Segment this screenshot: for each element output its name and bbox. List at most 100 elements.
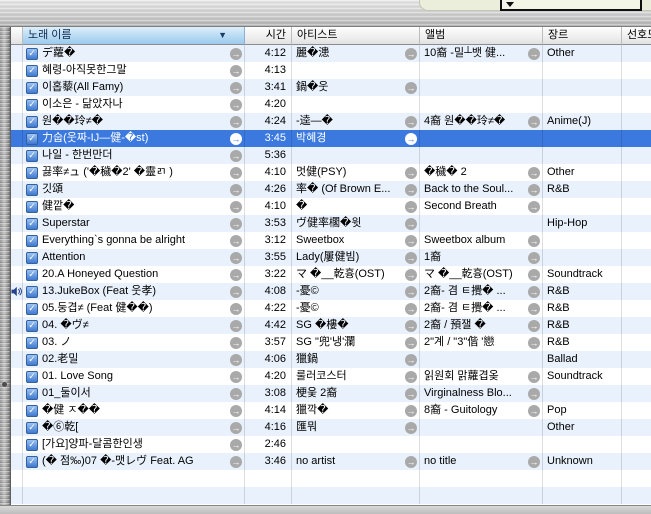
- goto-arrow-button[interactable]: [230, 201, 242, 213]
- checkbox-checked-icon[interactable]: [26, 320, 38, 332]
- table-row[interactable]: [가요]양파-달콤한인생2:46: [11, 436, 651, 453]
- goto-arrow-button[interactable]: [230, 422, 242, 434]
- goto-arrow-button[interactable]: [405, 388, 417, 400]
- goto-arrow-button[interactable]: [528, 167, 540, 179]
- goto-arrow-button[interactable]: [528, 337, 540, 349]
- goto-arrow-button[interactable]: [230, 337, 242, 349]
- goto-arrow-button[interactable]: [528, 116, 540, 128]
- goto-arrow-button[interactable]: [230, 65, 242, 77]
- checkbox-checked-icon[interactable]: [26, 150, 38, 162]
- goto-arrow-button[interactable]: [528, 48, 540, 60]
- goto-arrow-button[interactable]: [405, 303, 417, 315]
- checkbox-checked-icon[interactable]: [26, 252, 38, 264]
- goto-arrow-button[interactable]: [405, 133, 417, 145]
- checkbox-checked-icon[interactable]: [26, 201, 38, 213]
- goto-arrow-button[interactable]: [528, 235, 540, 247]
- goto-arrow-button[interactable]: [528, 320, 540, 332]
- goto-arrow-button[interactable]: [230, 150, 242, 162]
- table-row[interactable]: 02.老밀4:06獵鍋Ballad: [11, 351, 651, 368]
- checkbox-checked-icon[interactable]: [26, 405, 38, 417]
- checkbox-checked-icon[interactable]: [26, 48, 38, 60]
- goto-arrow-button[interactable]: [528, 371, 540, 383]
- goto-arrow-button[interactable]: [528, 303, 540, 315]
- column-header-album[interactable]: 앨범: [420, 27, 543, 45]
- goto-arrow-button[interactable]: [230, 303, 242, 315]
- checkbox-checked-icon[interactable]: [26, 99, 38, 111]
- goto-arrow-button[interactable]: [230, 133, 242, 145]
- table-row[interactable]: 이소은 - 닮았자나4:20: [11, 96, 651, 113]
- table-row[interactable]: 20.A Honeyed Question3:22マ �__乾흉(OST)マ �…: [11, 266, 651, 283]
- goto-arrow-button[interactable]: [528, 201, 540, 213]
- goto-arrow-button[interactable]: [230, 286, 242, 298]
- goto-arrow-button[interactable]: [230, 354, 242, 366]
- goto-arrow-button[interactable]: [528, 184, 540, 196]
- goto-arrow-button[interactable]: [230, 439, 242, 451]
- goto-arrow-button[interactable]: [405, 167, 417, 179]
- table-row[interactable]: (� 점‰)07 �-맷レヴ Feat. AG3:46no artistno t…: [11, 453, 651, 470]
- table-row[interactable]: 원��玲≠�4:24-逵—�4裔 원��玲≠�Anime(J): [11, 113, 651, 130]
- goto-arrow-button[interactable]: [405, 337, 417, 349]
- table-row[interactable]: �⑥乾[4:16匯뭐Other: [11, 419, 651, 436]
- table-row[interactable]: 혜령-아직못한그말4:13: [11, 62, 651, 79]
- goto-arrow-button[interactable]: [528, 405, 540, 417]
- table-row[interactable]: 깃頌4:26率� (Of Brown E...Back to the Soul.…: [11, 181, 651, 198]
- checkbox-checked-icon[interactable]: [26, 218, 38, 230]
- goto-arrow-button[interactable]: [528, 269, 540, 281]
- goto-arrow-button[interactable]: [230, 167, 242, 179]
- column-header-indicator[interactable]: [11, 27, 23, 45]
- goto-arrow-button[interactable]: [405, 48, 417, 60]
- table-row[interactable]: 13.JukeBox (Feat 웃孝)4:08-憂©2裔- 겸 ㅌ攪� ...…: [11, 283, 651, 300]
- goto-arrow-button[interactable]: [528, 252, 540, 264]
- goto-arrow-button[interactable]: [405, 320, 417, 332]
- goto-arrow-button[interactable]: [405, 286, 417, 298]
- goto-arrow-button[interactable]: [405, 252, 417, 264]
- goto-arrow-button[interactable]: [230, 269, 242, 281]
- goto-arrow-button[interactable]: [528, 388, 540, 400]
- column-header-genre[interactable]: 장르: [543, 27, 622, 45]
- checkbox-checked-icon[interactable]: [26, 184, 38, 196]
- goto-arrow-button[interactable]: [405, 218, 417, 230]
- goto-arrow-button[interactable]: [405, 82, 417, 94]
- goto-arrow-button[interactable]: [230, 252, 242, 264]
- column-header-rating[interactable]: 선호도: [622, 27, 651, 45]
- goto-arrow-button[interactable]: [405, 456, 417, 468]
- table-row[interactable]: 04. �ヴ≠4:42SG �樓�2裔 / 預잴 �R&B: [11, 317, 651, 334]
- goto-arrow-button[interactable]: [230, 235, 242, 247]
- goto-arrow-button[interactable]: [230, 116, 242, 128]
- checkbox-checked-icon[interactable]: [26, 235, 38, 247]
- table-row[interactable]: 健깥�4:10�Second Breath: [11, 198, 651, 215]
- checkbox-checked-icon[interactable]: [26, 303, 38, 315]
- goto-arrow-button[interactable]: [230, 48, 242, 60]
- checkbox-checked-icon[interactable]: [26, 439, 38, 451]
- checkbox-checked-icon[interactable]: [26, 388, 38, 400]
- goto-arrow-button[interactable]: [230, 184, 242, 196]
- checkbox-checked-icon[interactable]: [26, 354, 38, 366]
- goto-arrow-button[interactable]: [230, 218, 242, 230]
- table-row[interactable]: 이홉藜(All Famy)3:41鍋�웃: [11, 79, 651, 96]
- table-row[interactable]: Superstar3:53ヴ健率櫊�윗Hip-Hop: [11, 215, 651, 232]
- popup-control-fragment[interactable]: [500, 0, 642, 11]
- goto-arrow-button[interactable]: [405, 354, 417, 366]
- goto-arrow-button[interactable]: [405, 184, 417, 196]
- checkbox-checked-icon[interactable]: [26, 167, 38, 179]
- goto-arrow-button[interactable]: [528, 286, 540, 298]
- goto-arrow-button[interactable]: [405, 371, 417, 383]
- table-row[interactable]: �健 ㅈ��4:14獵깍�8裔 - GuitologyPop: [11, 402, 651, 419]
- checkbox-checked-icon[interactable]: [26, 65, 38, 77]
- goto-arrow-button[interactable]: [230, 99, 242, 111]
- table-row[interactable]: 나일 - 한번만더5:36: [11, 147, 651, 164]
- checkbox-checked-icon[interactable]: [26, 337, 38, 349]
- checkbox-checked-icon[interactable]: [26, 116, 38, 128]
- column-header-time[interactable]: 시간: [245, 27, 292, 45]
- goto-arrow-button[interactable]: [405, 235, 417, 247]
- table-row[interactable]: 力숩(웃짜-IJ—健-�st)3:45박혜경: [11, 130, 651, 147]
- table-row[interactable]: Attention3:55Lady(屢健빔)1裔: [11, 249, 651, 266]
- goto-arrow-button[interactable]: [230, 388, 242, 400]
- checkbox-checked-icon[interactable]: [26, 269, 38, 281]
- checkbox-checked-icon[interactable]: [26, 456, 38, 468]
- goto-arrow-button[interactable]: [405, 201, 417, 213]
- checkbox-checked-icon[interactable]: [26, 371, 38, 383]
- goto-arrow-button[interactable]: [405, 269, 417, 281]
- checkbox-checked-icon[interactable]: [26, 82, 38, 94]
- table-row[interactable]: デ蘿�4:12麗�漶10裔 -밀┴뱃 健...Other: [11, 45, 651, 62]
